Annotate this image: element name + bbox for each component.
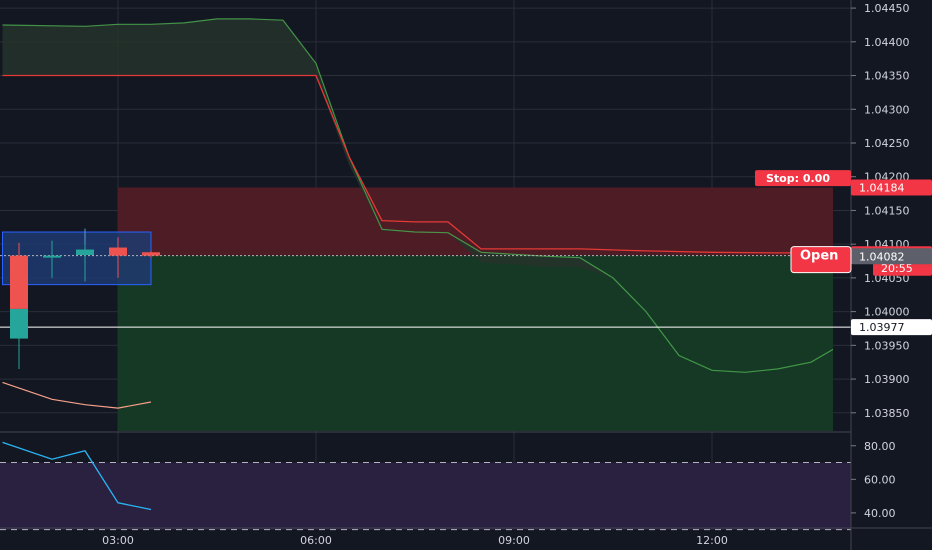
open-order-text: Open <box>800 249 838 264</box>
price-badge-text: 1.03977 <box>859 321 905 334</box>
price-tick-label: 1.03900 <box>864 373 910 386</box>
candle-body-4[interactable] <box>76 249 94 255</box>
time-tick-label: 03:00 <box>102 534 134 547</box>
price-tick-label: 1.04400 <box>864 36 910 49</box>
candle-body-1[interactable] <box>10 308 28 339</box>
oscillator-band <box>0 462 851 530</box>
candle-body-0[interactable] <box>10 255 28 309</box>
price-badge-text: 1.04184 <box>859 182 905 195</box>
price-tick-label: 1.03850 <box>864 407 910 420</box>
take-profit-zone[interactable] <box>118 255 833 431</box>
price-tick-label: 1.04000 <box>864 306 910 319</box>
candle-body-5[interactable] <box>109 247 127 256</box>
time-tick-label: 12:00 <box>696 534 728 547</box>
time-tick-label: 06:00 <box>300 534 332 547</box>
chart-root[interactable]: 1.04450 1.04400 1.04350 1.04300 1.04250 1.042… <box>0 0 932 550</box>
stop-loss-zone[interactable] <box>118 187 833 256</box>
candle-body-6[interactable] <box>142 252 160 256</box>
price-tick-label: 1.04450 <box>864 2 910 15</box>
oscillator-tick-label: 60.00 <box>864 473 896 486</box>
trading-chart[interactable]: 1.044501.044001.043501.043001.042501.042… <box>0 0 932 550</box>
oscillator-tick-label: 40.00 <box>864 507 896 520</box>
oscillator-tick-label: 80.00 <box>864 440 896 453</box>
price-tick-label: 1.04150 <box>864 204 910 217</box>
price-tick-label: 1.04250 <box>864 137 910 150</box>
time-tick-label: 09:00 <box>498 534 530 547</box>
candle-body-2[interactable] <box>43 255 61 258</box>
price-tick-label: 1.04300 <box>864 103 910 116</box>
price-tick-label: 1.03950 <box>864 339 910 352</box>
price-badge-text: 1.04082 <box>859 250 905 263</box>
stop-badge-text: Stop: 0.00 <box>766 172 830 185</box>
price-tick-label: 1.04350 <box>864 70 910 83</box>
